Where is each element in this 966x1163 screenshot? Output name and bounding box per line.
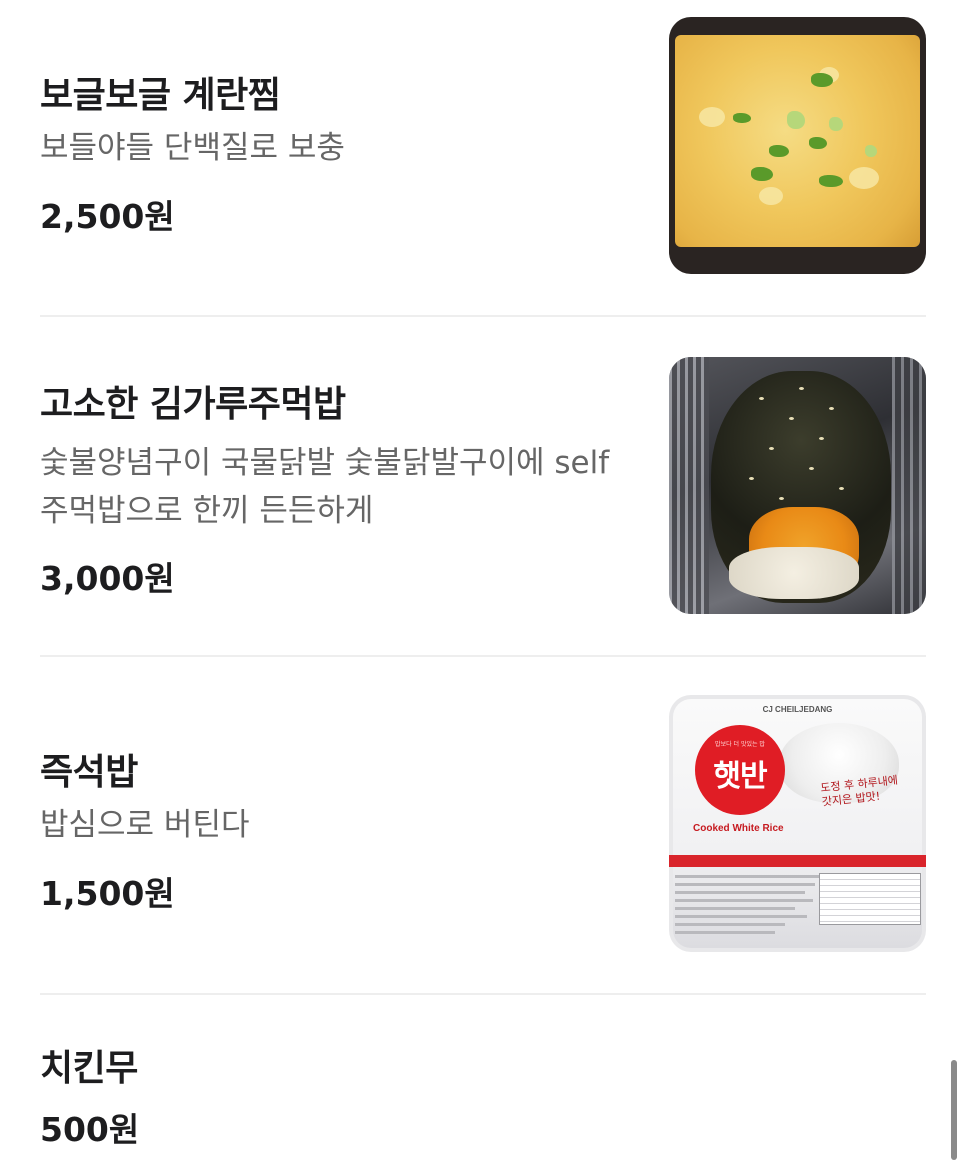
menu-item-price: 3,000원 <box>40 559 175 598</box>
hatban-logo: 햇반 <box>713 759 767 794</box>
menu-item-rice-ball[interactable]: 고소한 김가루주먹밥 숯불양념구이 국물닭발 숯불닭발구이에 self주먹밥으로… <box>40 317 926 655</box>
scrollbar[interactable] <box>951 1060 957 1160</box>
menu-item-price: 1,500원 <box>40 874 175 913</box>
menu-item-price: 2,500원 <box>40 197 175 236</box>
menu-item-name: 치킨무 <box>40 1048 138 1089</box>
menu-item-chicken-radish[interactable]: 치킨무 500원 <box>40 995 926 1163</box>
menu-item-instant-rice[interactable]: 즉석밥 밥심으로 버틴다 1,500원 CJ CHEILJEDANG 밥보다 더… <box>40 657 926 993</box>
menu-item-name: 즉석밥 <box>40 752 138 793</box>
menu-item-name: 보글보글 계란찜 <box>40 75 281 116</box>
menu-item-description: 숯불양념구이 국물닭발 숯불닭발구이에 self주먹밥으로 한끼 든든하게 <box>40 445 610 529</box>
instant-rice-photo[interactable]: CJ CHEILJEDANG 밥보다 더 맛있는 밥 햇반 도정 후 하루내에 … <box>669 695 926 952</box>
menu-item-description: 밥심으로 버틴다 <box>40 807 250 843</box>
hatban-logo-badge: 밥보다 더 맛있는 밥 햇반 <box>695 725 785 815</box>
menu-item-price: 500원 <box>40 1110 140 1149</box>
seaweed-rice-ball-photo[interactable] <box>669 357 926 614</box>
hatban-sub: 밥보다 더 맛있는 밥 <box>715 741 765 748</box>
hatban-brand: CJ CHEILJEDANG <box>762 705 833 714</box>
steamed-egg-photo[interactable] <box>669 17 926 274</box>
menu-list: 보글보글 계란찜 보들야들 단백질로 보충 2,500원 고소한 김가루주먹밥 … <box>0 0 966 1163</box>
menu-item-steamed-egg[interactable]: 보글보글 계란찜 보들야들 단백질로 보충 2,500원 <box>40 0 926 315</box>
menu-item-description: 보들야들 단백질로 보충 <box>40 130 345 166</box>
menu-item-name: 고소한 김가루주먹밥 <box>40 384 346 425</box>
hatban-english: Cooked White Rice <box>693 823 784 834</box>
